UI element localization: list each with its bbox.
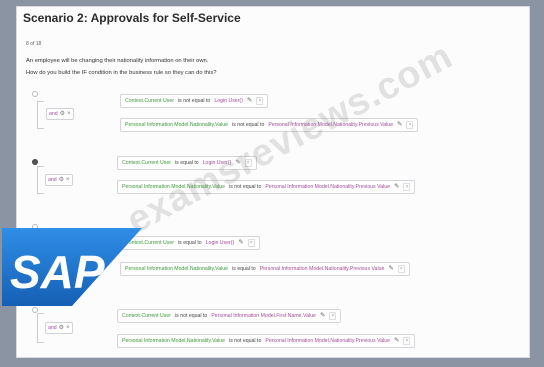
condition-field: Context.Current User <box>122 160 172 166</box>
delete-icon[interactable]: × <box>403 337 411 345</box>
operator-label: and <box>48 177 57 183</box>
option-b-bracket <box>37 166 44 194</box>
option-b-radio[interactable] <box>32 159 38 165</box>
delete-icon[interactable]: × <box>256 97 264 105</box>
delete-icon[interactable]: × <box>403 183 411 191</box>
question-text-line2: How do you build the IF condition in the… <box>26 70 217 76</box>
condition-operator: is equal to <box>178 240 202 246</box>
condition-value: Login User() <box>205 240 235 246</box>
gear-icon[interactable]: ⚙ <box>59 325 64 331</box>
condition-operator: is not equal to <box>178 98 211 104</box>
delete-icon[interactable]: × <box>247 239 255 247</box>
condition-value: Personal Information Model.Nationality.P… <box>265 184 391 190</box>
option-d-condition-2[interactable]: Personal Information Model.Nationality.V… <box>117 334 416 348</box>
option-d-bracket <box>37 313 44 343</box>
condition-field: Personal Information Model.Nationality.V… <box>125 122 229 128</box>
condition-operator: is not equal to <box>232 122 265 128</box>
page-title: Scenario 2: Approvals for Self-Service <box>23 11 241 25</box>
option-a-bracket <box>37 101 44 129</box>
condition-field: Context.Current User <box>125 98 175 104</box>
delete-icon[interactable]: × <box>406 121 414 129</box>
sap-logo-text: SAP <box>10 246 105 298</box>
option-d-condition-1[interactable]: Context.Current User is not equal to Per… <box>117 309 342 323</box>
gear-icon[interactable]: ⚙ <box>59 177 64 183</box>
pencil-icon[interactable]: ✎ <box>397 121 402 129</box>
pencil-icon[interactable]: ✎ <box>238 239 243 247</box>
option-a-operator[interactable]: and ⚙ × <box>46 108 74 120</box>
delete-icon[interactable]: × <box>397 265 405 273</box>
condition-operator: is equal to <box>232 266 256 272</box>
pencil-icon[interactable]: ✎ <box>247 97 252 105</box>
pencil-icon[interactable]: ✎ <box>320 312 325 320</box>
pencil-icon[interactable]: ✎ <box>394 183 399 191</box>
close-icon[interactable]: × <box>67 111 71 117</box>
close-icon[interactable]: × <box>66 177 70 183</box>
condition-field: Context.Current User <box>122 313 172 319</box>
condition-value: Login User() <box>214 98 243 104</box>
pencil-icon[interactable]: ✎ <box>388 265 393 273</box>
condition-operator: is not equal to <box>175 313 208 319</box>
gear-icon[interactable]: ⚙ <box>60 111 65 117</box>
condition-value: Personal Information Model.Nationality.P… <box>265 338 391 344</box>
option-a-condition-1[interactable]: Context.Current User is not equal to Log… <box>120 94 269 108</box>
delete-icon[interactable]: × <box>329 312 337 320</box>
question-text-line1: An employee will be changing their natio… <box>26 58 209 64</box>
sap-logo: SAP <box>2 228 142 306</box>
operator-label: and <box>49 111 58 117</box>
question-progress: 8 of 18 <box>26 41 42 47</box>
option-b-operator[interactable]: and ⚙ × <box>45 174 73 186</box>
condition-value: Personal Information Model.First Name.Va… <box>211 313 316 319</box>
pencil-icon[interactable]: ✎ <box>394 337 399 345</box>
option-d-operator[interactable]: and ⚙ × <box>45 322 73 334</box>
condition-value: Personal Information Model.Nationality.P… <box>259 266 385 272</box>
option-c-condition-2[interactable]: Personal Information Model.Nationality.V… <box>120 262 410 276</box>
option-a-radio[interactable] <box>32 91 38 97</box>
operator-label: and <box>48 325 57 331</box>
condition-field: Personal Information Model.Nationality.V… <box>122 338 226 344</box>
close-icon[interactable]: × <box>66 325 70 331</box>
condition-operator: is not equal to <box>229 338 262 344</box>
